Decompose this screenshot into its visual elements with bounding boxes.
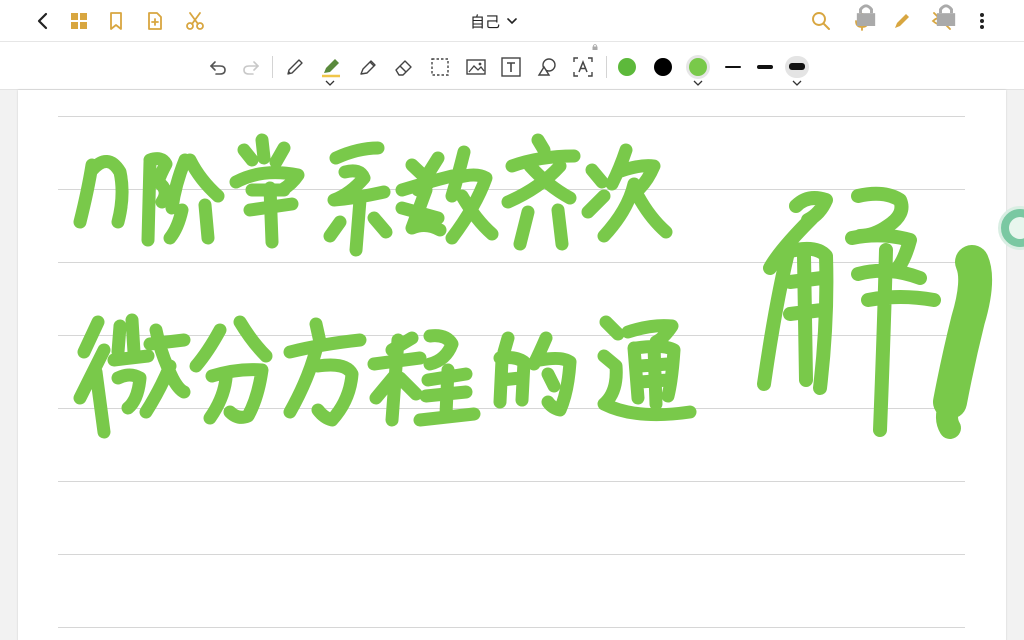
handwriting-ink xyxy=(73,133,993,439)
handwriting-large xyxy=(757,186,993,439)
handwriting-line1 xyxy=(73,133,673,257)
app-window: 自己 xyxy=(0,0,1024,640)
handwriting-line2 xyxy=(73,313,697,439)
